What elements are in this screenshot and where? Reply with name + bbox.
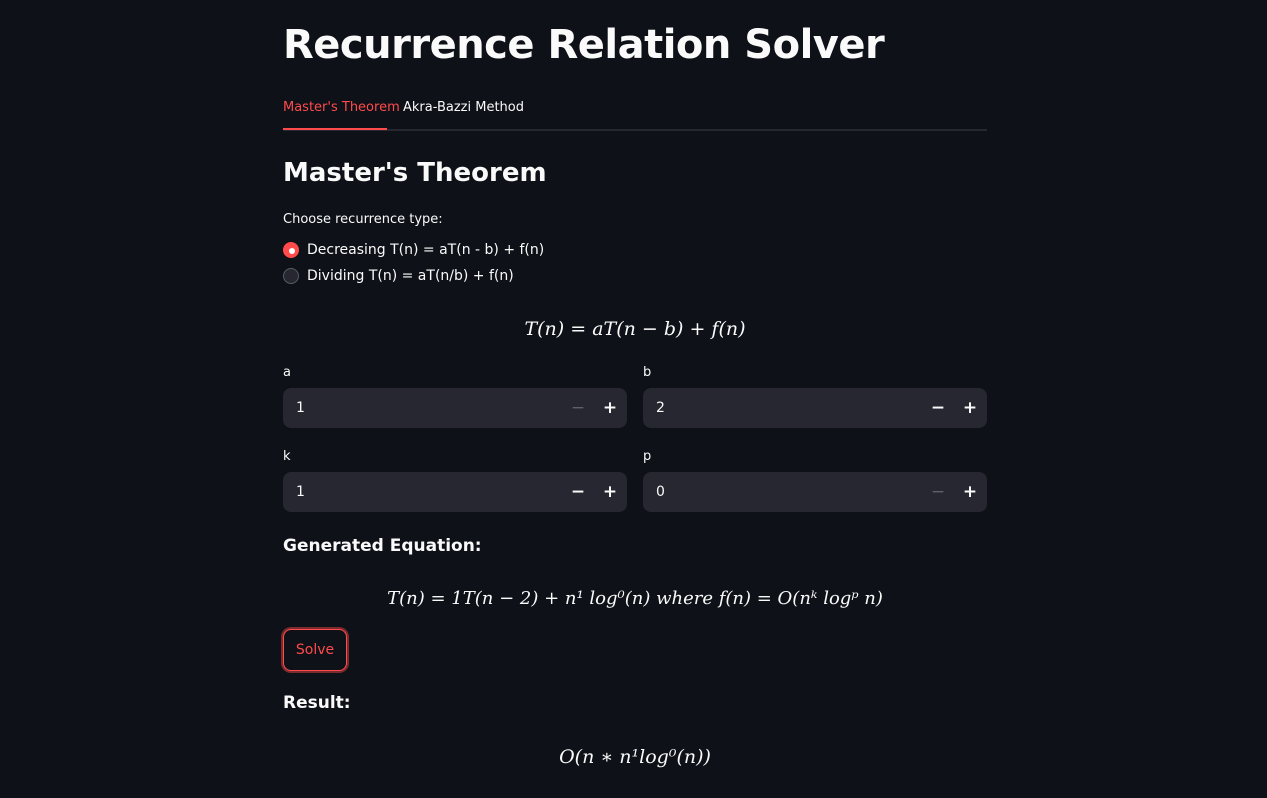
input-b: − + <box>643 388 987 428</box>
result-heading: Result: <box>283 693 351 713</box>
input-b-increment-button[interactable]: + <box>954 388 986 428</box>
input-b-decrement-button[interactable]: − <box>922 388 954 428</box>
recurrence-type-label: Choose recurrence type: <box>283 212 443 227</box>
input-k-increment-button[interactable]: + <box>594 472 626 512</box>
input-b-label: b <box>643 365 652 380</box>
radio-dividing-label: Dividing T(n) = aT(n/b) + f(n) <box>307 268 514 284</box>
input-p-increment-button[interactable]: + <box>954 472 986 512</box>
generated-equation: T(n) = 1T(n − 2) + n¹ log⁰(n) where f(n)… <box>387 588 883 609</box>
main-content: Recurrence Relation Solver Master's Theo… <box>283 0 987 798</box>
section-title: Master's Theorem <box>283 158 547 188</box>
input-a-decrement-button[interactable]: − <box>562 388 594 428</box>
input-k-label: k <box>283 449 291 464</box>
input-k: − + <box>283 472 627 512</box>
input-k-field[interactable] <box>283 472 553 512</box>
radio-unchecked-icon[interactable] <box>283 268 299 284</box>
input-a-increment-button[interactable]: + <box>594 388 626 428</box>
app-title: Recurrence Relation Solver <box>283 22 885 68</box>
input-p-field[interactable] <box>643 472 913 512</box>
active-tab-indicator <box>283 128 387 130</box>
input-p: − + <box>643 472 987 512</box>
input-p-label: p <box>643 449 652 464</box>
input-p-decrement-button[interactable]: − <box>922 472 954 512</box>
generated-equation-heading: Generated Equation: <box>283 536 482 556</box>
input-a-field[interactable] <box>283 388 553 428</box>
tab-bar: Master's Theorem Akra-Bazzi Method <box>283 96 987 131</box>
radio-checked-icon[interactable] <box>283 242 299 258</box>
radio-dividing[interactable]: Dividing T(n) = aT(n/b) + f(n) <box>283 266 514 286</box>
input-a: − + <box>283 388 627 428</box>
tab-masters-theorem[interactable]: Master's Theorem <box>283 100 400 115</box>
recurrence-formula: T(n) = aT(n − b) + f(n) <box>524 318 746 340</box>
result-expression: O(n ∗ n¹log⁰(n)) <box>559 746 711 768</box>
solve-button[interactable]: Solve <box>283 629 347 671</box>
radio-decreasing[interactable]: Decreasing T(n) = aT(n - b) + f(n) <box>283 240 544 260</box>
input-k-decrement-button[interactable]: − <box>562 472 594 512</box>
input-a-label: a <box>283 365 291 380</box>
tab-akra-bazzi[interactable]: Akra-Bazzi Method <box>403 100 524 115</box>
input-b-field[interactable] <box>643 388 913 428</box>
radio-decreasing-label: Decreasing T(n) = aT(n - b) + f(n) <box>307 242 545 258</box>
